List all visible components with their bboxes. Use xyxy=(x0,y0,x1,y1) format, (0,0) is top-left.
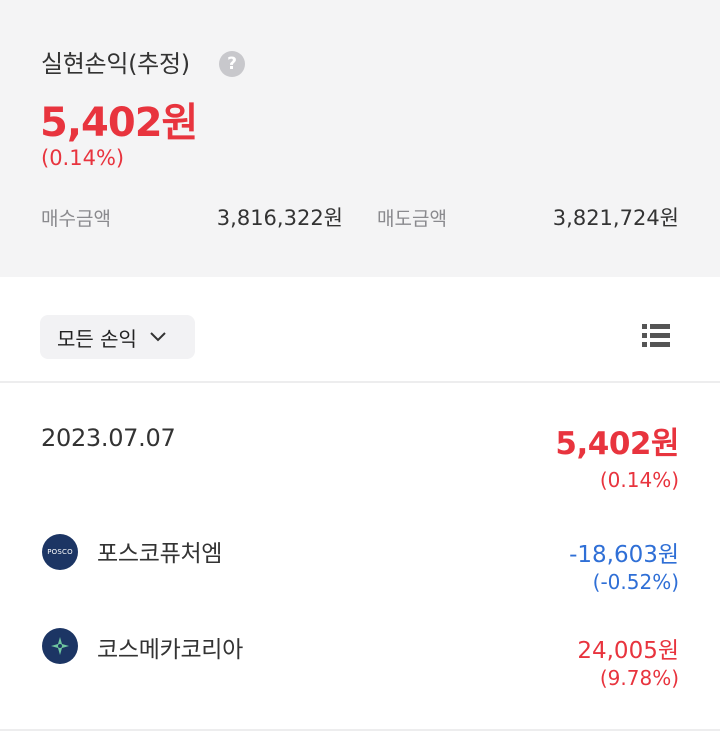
posco-logo-icon: POSCO xyxy=(42,534,78,570)
daily-pnl-amount: 5,402원 xyxy=(555,426,679,462)
buy-amount-value: 3,816,322원 xyxy=(216,206,343,230)
realized-pnl-summary: 실현손익(추정) ? 5,402원 (0.14%) 매수금액 3,816,322… xyxy=(0,0,720,277)
total-pnl-amount: 5,402원 xyxy=(40,100,198,146)
stock-name: 포스코퓨처엠 xyxy=(97,541,223,567)
sell-amount-value: 3,821,724원 xyxy=(552,206,679,230)
stock-row[interactable]: 코스메카코리아 24,005원 (9.78%) xyxy=(0,614,720,690)
daily-pnl-percent: (0.14%) xyxy=(599,468,679,492)
star-icon xyxy=(51,637,69,655)
summary-title: 실현손익(추정) xyxy=(41,50,190,78)
posco-logo-text: POSCO xyxy=(47,548,73,556)
buy-amount-label: 매수금액 xyxy=(41,208,111,230)
trade-date: 2023.07.07 xyxy=(41,424,176,452)
stock-pnl-amount: 24,005원 xyxy=(577,638,679,664)
total-pnl-percent: (0.14%) xyxy=(41,146,125,170)
stock-pnl-amount: -18,603원 xyxy=(569,542,679,568)
stock-pnl-percent: (-0.52%) xyxy=(592,570,679,594)
stock-pnl-percent: (9.78%) xyxy=(599,666,679,690)
list-view-icon[interactable] xyxy=(642,322,670,350)
sell-amount-label: 매도금액 xyxy=(377,208,447,230)
divider xyxy=(0,729,720,731)
stock-name: 코스메카코리아 xyxy=(97,637,244,663)
pnl-filter-label: 모든 손익 xyxy=(57,326,137,351)
help-icon[interactable]: ? xyxy=(219,51,245,77)
pnl-filter-dropdown[interactable]: 모든 손익 xyxy=(40,315,195,359)
stock-row[interactable]: POSCO 포스코퓨처엠 -18,603원 (-0.52%) xyxy=(0,518,720,594)
chevron-down-icon xyxy=(150,332,166,342)
star-icon xyxy=(42,628,78,664)
divider xyxy=(0,381,720,383)
